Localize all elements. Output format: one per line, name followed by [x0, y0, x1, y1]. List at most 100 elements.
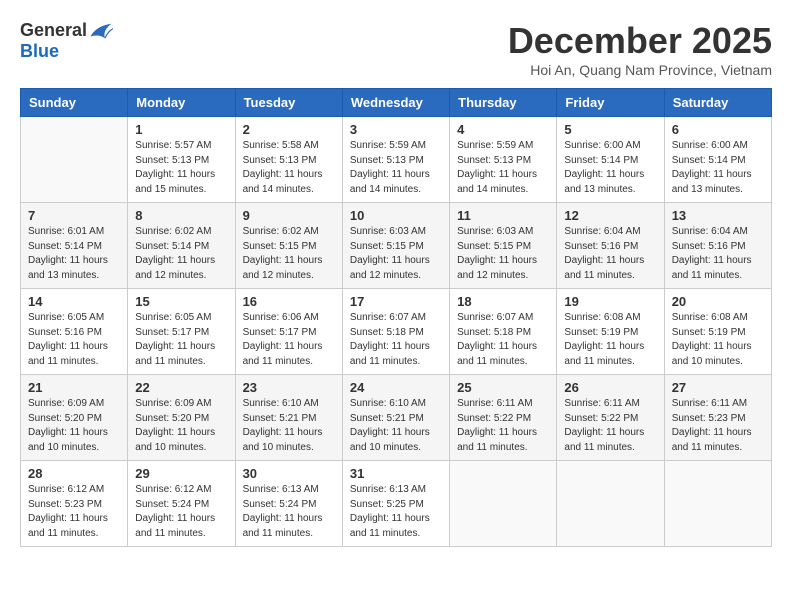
calendar-cell: 15 Sunrise: 6:05 AM Sunset: 5:17 PM Dayli… [128, 289, 235, 375]
calendar-cell: 22 Sunrise: 6:09 AM Sunset: 5:20 PM Dayli… [128, 375, 235, 461]
calendar-cell: 26 Sunrise: 6:11 AM Sunset: 5:22 PM Dayli… [557, 375, 664, 461]
calendar-cell [664, 461, 771, 547]
day-info: Sunrise: 6:00 AM Sunset: 5:14 PM Dayligh… [672, 139, 764, 197]
day-number: 7 [28, 208, 120, 223]
calendar-cell: 25 Sunrise: 6:11 AM Sunset: 5:22 PM Dayli… [450, 375, 557, 461]
day-info: Sunrise: 6:13 AM Sunset: 5:24 PM Dayligh… [243, 483, 335, 541]
day-info: Sunrise: 6:11 AM Sunset: 5:23 PM Dayligh… [672, 397, 764, 455]
day-info: Sunrise: 6:11 AM Sunset: 5:22 PM Dayligh… [564, 397, 656, 455]
day-number: 1 [135, 122, 227, 137]
calendar-table: SundayMondayTuesdayWednesdayThursdayFrid… [20, 88, 772, 547]
day-info: Sunrise: 6:02 AM Sunset: 5:14 PM Dayligh… [135, 225, 227, 283]
calendar-cell: 20 Sunrise: 6:08 AM Sunset: 5:19 PM Dayli… [664, 289, 771, 375]
day-number: 27 [672, 380, 764, 395]
day-number: 11 [457, 208, 549, 223]
calendar-cell: 7 Sunrise: 6:01 AM Sunset: 5:14 PM Daylig… [21, 203, 128, 289]
day-info: Sunrise: 5:59 AM Sunset: 5:13 PM Dayligh… [457, 139, 549, 197]
day-info: Sunrise: 6:09 AM Sunset: 5:20 PM Dayligh… [28, 397, 120, 455]
calendar-cell: 28Sunrise: 6:12 AM Sunset: 5:23 PM Dayli… [21, 461, 128, 547]
logo: General Blue [20, 20, 113, 62]
day-number: 25 [457, 380, 549, 395]
day-info: Sunrise: 6:03 AM Sunset: 5:15 PM Dayligh… [457, 225, 549, 283]
calendar-cell: 8 Sunrise: 6:02 AM Sunset: 5:14 PM Daylig… [128, 203, 235, 289]
day-number: 22 [135, 380, 227, 395]
day-info: Sunrise: 5:57 AM Sunset: 5:13 PM Dayligh… [135, 139, 227, 197]
calendar-week-row: 28Sunrise: 6:12 AM Sunset: 5:23 PM Dayli… [21, 461, 772, 547]
calendar-cell: 24 Sunrise: 6:10 AM Sunset: 5:21 PM Dayli… [342, 375, 449, 461]
day-number: 20 [672, 294, 764, 309]
calendar-week-row: 7 Sunrise: 6:01 AM Sunset: 5:14 PM Daylig… [21, 203, 772, 289]
calendar-cell: 2 Sunrise: 5:58 AM Sunset: 5:13 PM Daylig… [235, 117, 342, 203]
day-number: 29 [135, 466, 227, 481]
day-number: 5 [564, 122, 656, 137]
day-number: 24 [350, 380, 442, 395]
calendar-cell [21, 117, 128, 203]
calendar-cell: 19 Sunrise: 6:08 AM Sunset: 5:19 PM Dayli… [557, 289, 664, 375]
weekday-header-saturday: Saturday [664, 89, 771, 117]
calendar-cell [557, 461, 664, 547]
page-header: General Blue December 2025 Hoi An, Quang… [20, 20, 772, 78]
day-number: 12 [564, 208, 656, 223]
weekday-header-tuesday: Tuesday [235, 89, 342, 117]
calendar-cell: 1 Sunrise: 5:57 AM Sunset: 5:13 PM Daylig… [128, 117, 235, 203]
weekday-header-wednesday: Wednesday [342, 89, 449, 117]
calendar-cell: 4 Sunrise: 5:59 AM Sunset: 5:13 PM Daylig… [450, 117, 557, 203]
day-number: 2 [243, 122, 335, 137]
day-number: 31 [350, 466, 442, 481]
day-info: Sunrise: 6:00 AM Sunset: 5:14 PM Dayligh… [564, 139, 656, 197]
calendar-cell: 5 Sunrise: 6:00 AM Sunset: 5:14 PM Daylig… [557, 117, 664, 203]
day-number: 9 [243, 208, 335, 223]
day-number: 17 [350, 294, 442, 309]
calendar-cell: 3 Sunrise: 5:59 AM Sunset: 5:13 PM Daylig… [342, 117, 449, 203]
day-info: Sunrise: 5:58 AM Sunset: 5:13 PM Dayligh… [243, 139, 335, 197]
day-number: 23 [243, 380, 335, 395]
location-subtitle: Hoi An, Quang Nam Province, Vietnam [508, 62, 772, 78]
day-info: Sunrise: 6:08 AM Sunset: 5:19 PM Dayligh… [672, 311, 764, 369]
calendar-cell: 9 Sunrise: 6:02 AM Sunset: 5:15 PM Daylig… [235, 203, 342, 289]
calendar-cell [450, 461, 557, 547]
day-number: 15 [135, 294, 227, 309]
day-number: 26 [564, 380, 656, 395]
day-info: Sunrise: 6:03 AM Sunset: 5:15 PM Dayligh… [350, 225, 442, 283]
day-number: 14 [28, 294, 120, 309]
day-number: 19 [564, 294, 656, 309]
calendar-cell: 23Sunrise: 6:10 AM Sunset: 5:21 PM Dayli… [235, 375, 342, 461]
calendar-cell: 11 Sunrise: 6:03 AM Sunset: 5:15 PM Dayli… [450, 203, 557, 289]
day-number: 28 [28, 466, 120, 481]
weekday-header-sunday: Sunday [21, 89, 128, 117]
calendar-cell: 17Sunrise: 6:07 AM Sunset: 5:18 PM Dayli… [342, 289, 449, 375]
logo-blue-text: Blue [20, 41, 59, 62]
calendar-cell: 27 Sunrise: 6:11 AM Sunset: 5:23 PM Dayli… [664, 375, 771, 461]
day-number: 6 [672, 122, 764, 137]
month-title: December 2025 [508, 20, 772, 62]
day-info: Sunrise: 6:06 AM Sunset: 5:17 PM Dayligh… [243, 311, 335, 369]
title-section: December 2025 Hoi An, Quang Nam Province… [508, 20, 772, 78]
day-info: Sunrise: 6:08 AM Sunset: 5:19 PM Dayligh… [564, 311, 656, 369]
day-number: 21 [28, 380, 120, 395]
calendar-cell: 10Sunrise: 6:03 AM Sunset: 5:15 PM Dayli… [342, 203, 449, 289]
day-info: Sunrise: 5:59 AM Sunset: 5:13 PM Dayligh… [350, 139, 442, 197]
calendar-cell: 30Sunrise: 6:13 AM Sunset: 5:24 PM Dayli… [235, 461, 342, 547]
day-info: Sunrise: 6:04 AM Sunset: 5:16 PM Dayligh… [672, 225, 764, 283]
day-number: 4 [457, 122, 549, 137]
day-number: 8 [135, 208, 227, 223]
day-info: Sunrise: 6:01 AM Sunset: 5:14 PM Dayligh… [28, 225, 120, 283]
day-info: Sunrise: 6:02 AM Sunset: 5:15 PM Dayligh… [243, 225, 335, 283]
calendar-cell: 14Sunrise: 6:05 AM Sunset: 5:16 PM Dayli… [21, 289, 128, 375]
day-info: Sunrise: 6:11 AM Sunset: 5:22 PM Dayligh… [457, 397, 549, 455]
calendar-cell: 6 Sunrise: 6:00 AM Sunset: 5:14 PM Daylig… [664, 117, 771, 203]
day-info: Sunrise: 6:05 AM Sunset: 5:17 PM Dayligh… [135, 311, 227, 369]
calendar-cell: 13Sunrise: 6:04 AM Sunset: 5:16 PM Dayli… [664, 203, 771, 289]
calendar-cell: 29 Sunrise: 6:12 AM Sunset: 5:24 PM Dayli… [128, 461, 235, 547]
calendar-cell: 31 Sunrise: 6:13 AM Sunset: 5:25 PM Dayli… [342, 461, 449, 547]
day-number: 3 [350, 122, 442, 137]
day-info: Sunrise: 6:12 AM Sunset: 5:24 PM Dayligh… [135, 483, 227, 541]
weekday-header-friday: Friday [557, 89, 664, 117]
day-info: Sunrise: 6:10 AM Sunset: 5:21 PM Dayligh… [350, 397, 442, 455]
weekday-header-monday: Monday [128, 89, 235, 117]
calendar-week-row: 1 Sunrise: 5:57 AM Sunset: 5:13 PM Daylig… [21, 117, 772, 203]
calendar-cell: 12Sunrise: 6:04 AM Sunset: 5:16 PM Dayli… [557, 203, 664, 289]
day-info: Sunrise: 6:13 AM Sunset: 5:25 PM Dayligh… [350, 483, 442, 541]
day-info: Sunrise: 6:09 AM Sunset: 5:20 PM Dayligh… [135, 397, 227, 455]
calendar-week-row: 14Sunrise: 6:05 AM Sunset: 5:16 PM Dayli… [21, 289, 772, 375]
